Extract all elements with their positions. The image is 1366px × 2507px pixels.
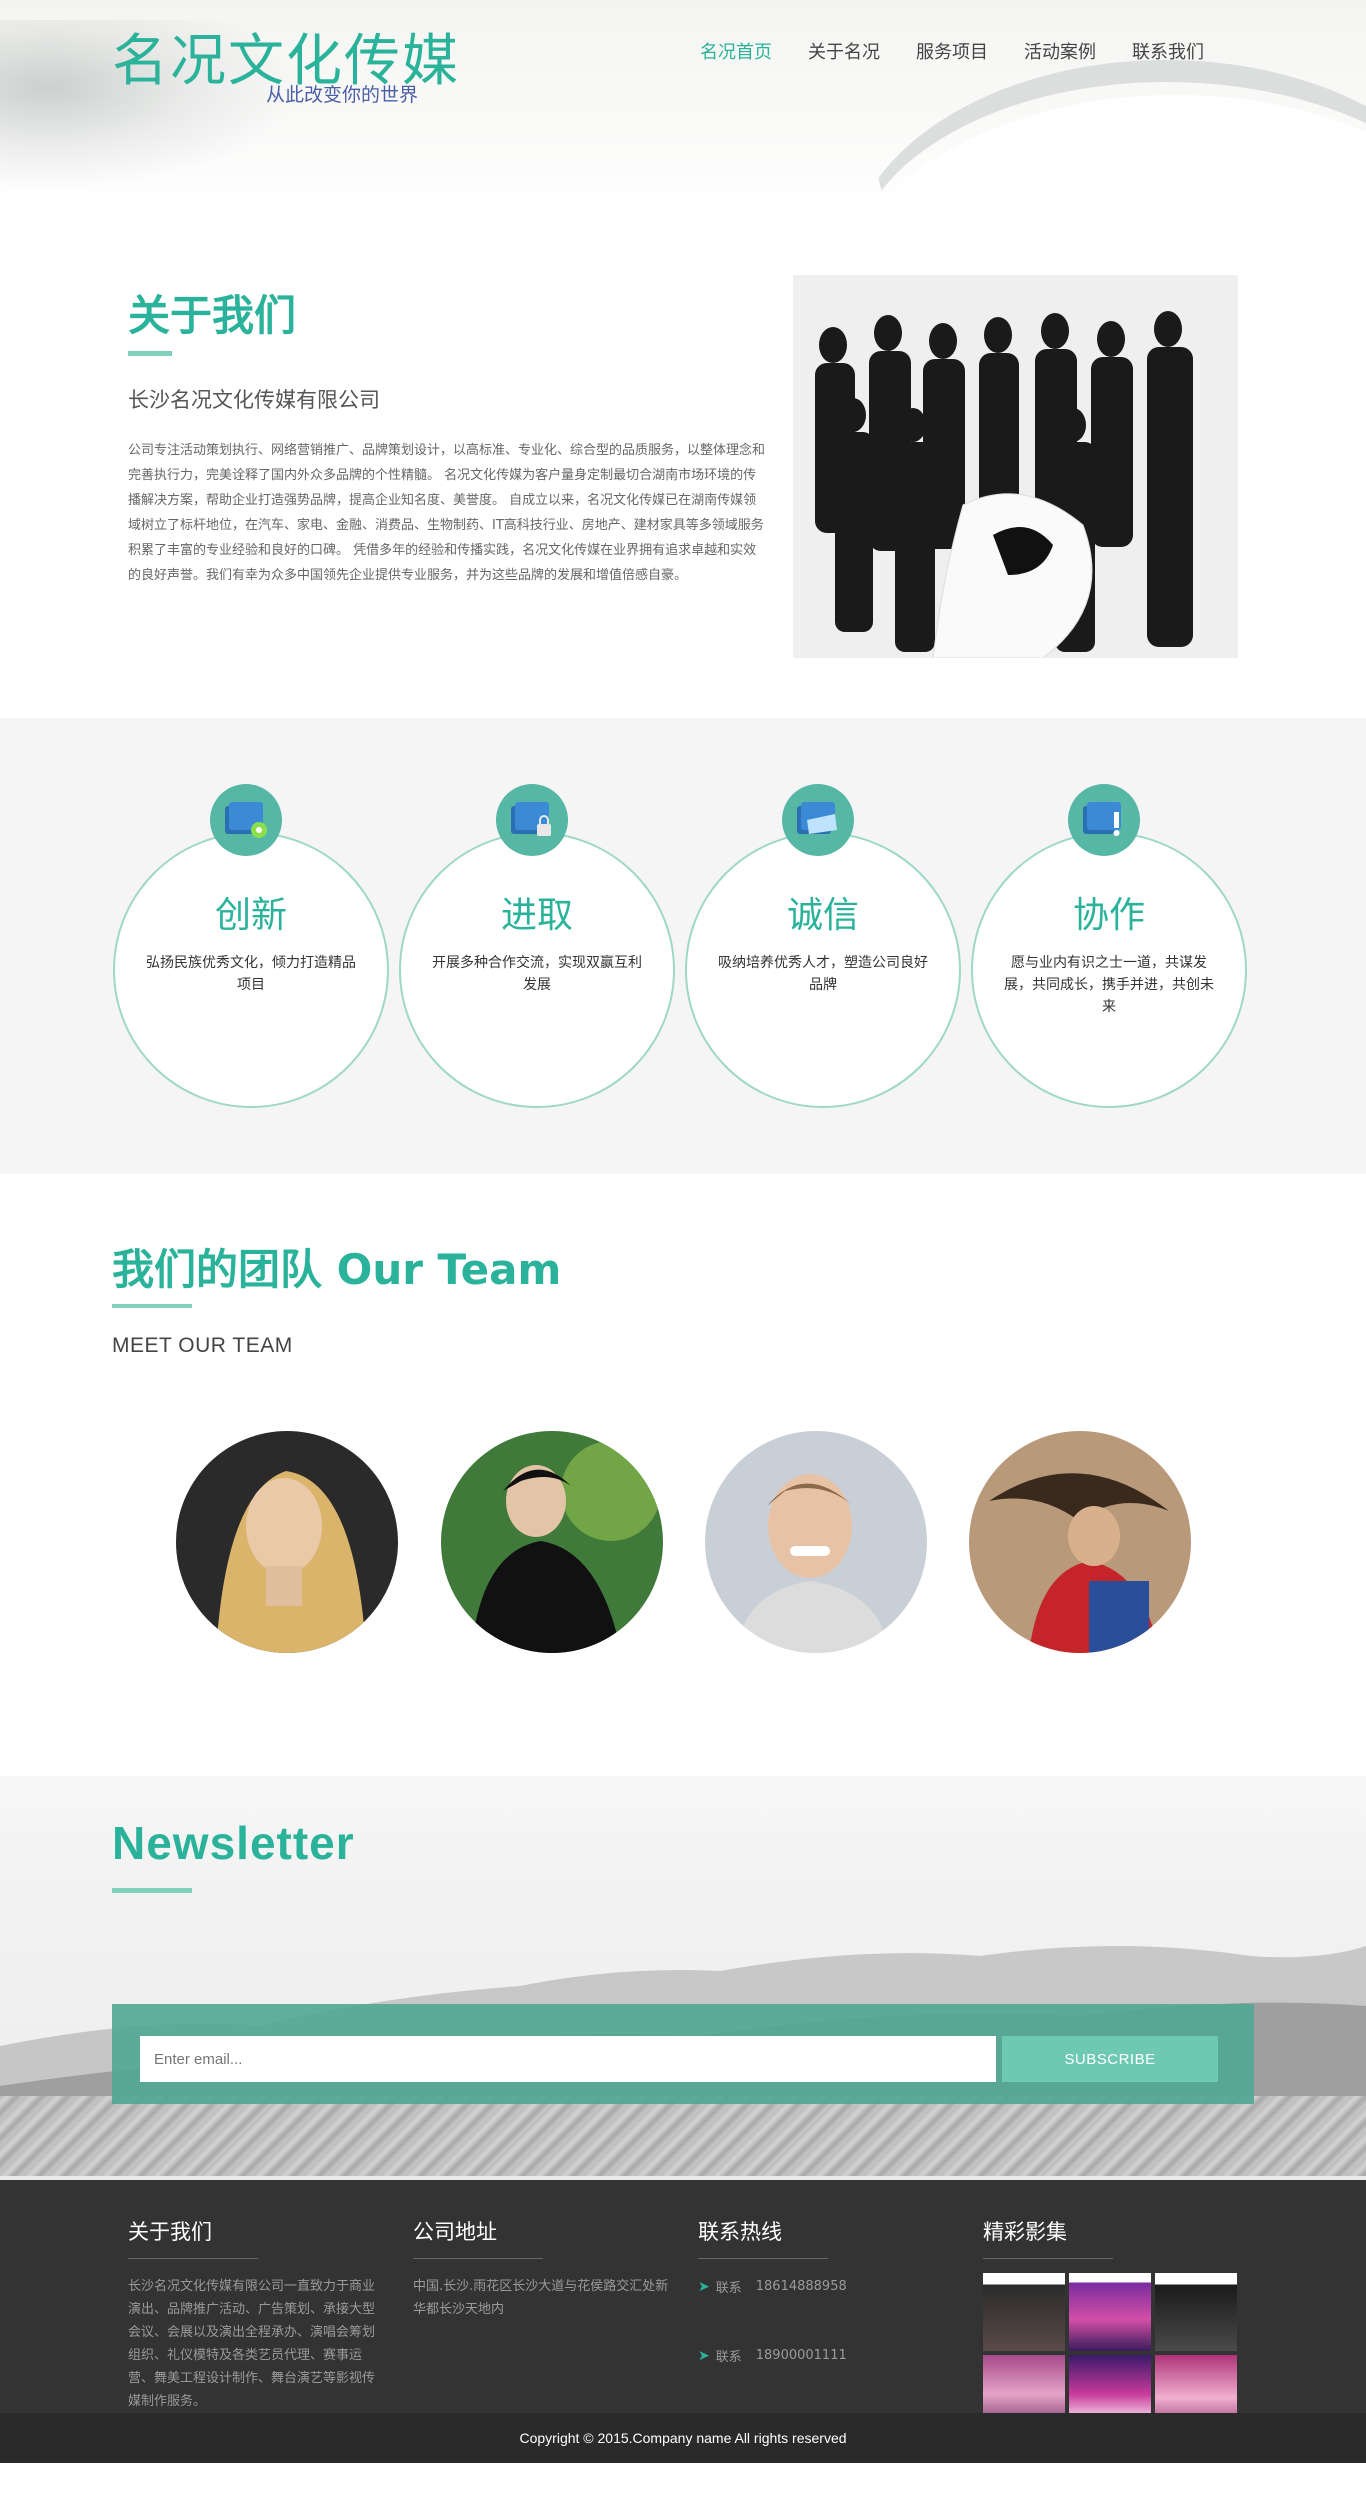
newsletter-title: Newsletter (112, 1817, 355, 1869)
copyright-text: Copyright © 2015.Company name All rights… (0, 2413, 1366, 2463)
nav-item-cases[interactable]: 活动案例 (1024, 38, 1096, 64)
value-title: 创新 (214, 895, 287, 936)
nav-item-home[interactable]: 名况首页 (700, 38, 772, 64)
team-title: 我们的团队 Our Team (112, 1245, 562, 1294)
phone-row: ➤ 联系 18900001111 (698, 2346, 954, 2366)
team-member-photo-1[interactable] (176, 1431, 398, 1653)
about-description: 公司专注活动策划执行、网络营销推广、品牌策划设计，以高标准、专业化、综合型的品质… (128, 443, 766, 583)
value-circle: 诚信 吸纳培养优秀人才，塑造公司良好品牌 (685, 832, 961, 1108)
value-text: 开展多种合作交流，实现双赢互利发展 (432, 955, 642, 993)
footer-gallery-title: 精彩影集 (983, 2220, 1067, 2244)
value-title: 进取 (500, 895, 573, 936)
value-circle: 进取 开展多种合作交流，实现双赢互利发展 (399, 832, 675, 1108)
value-title: 协作 (1072, 895, 1145, 936)
site-footer: 关于我们 长沙名况文化传媒有限公司一直致力于商业演出、品牌推广活动、广告策划、承… (0, 2176, 1366, 2463)
folder-gear-icon (210, 784, 282, 856)
footer-divider (413, 2258, 543, 2259)
about-title: 关于我们 (128, 291, 297, 340)
value-circle: 协作 愿与业内有识之士一道，共谋发展，共同成长，携手并进，共创未来 (971, 832, 1247, 1108)
phone-number[interactable]: 18900001111 (756, 2348, 847, 2363)
team-title-underline (112, 1304, 192, 1308)
about-section: 关于我们 长沙名况文化传媒有限公司 公司专注活动策划执行、网络营销推广、品牌策划… (0, 218, 1366, 718)
nav-item-contact[interactable]: 联系我们 (1132, 38, 1204, 64)
value-text: 弘扬民族优秀文化，倾力打造精品项目 (146, 955, 356, 993)
team-subtitle: MEET OUR TEAM (112, 1334, 293, 1357)
main-nav: 名况首页 关于名况 服务项目 活动案例 联系我们 (700, 38, 1240, 64)
team-section: 我们的团队 Our Team MEET OUR TEAM (0, 1174, 1366, 1776)
folder-lock-icon (496, 784, 568, 856)
footer-address-column: 公司地址 中国.长沙.雨花区长沙大道与花侯路交汇处新华都长沙天地内 (413, 2216, 669, 2321)
newsletter-email-input[interactable] (140, 2036, 996, 2082)
footer-address-text: 中国.长沙.雨花区长沙大道与花侯路交汇处新华都长沙天地内 (413, 2279, 669, 2317)
footer-hotline-column: 联系热线 ➤ 联系 18614888958 ➤ 联系 18900001111 (698, 2216, 954, 2365)
phone-number[interactable]: 18614888958 (756, 2279, 847, 2294)
folder-open-icon (782, 784, 854, 856)
newsletter-section: Newsletter SUBSCRIBE (0, 1776, 1366, 2176)
about-title-underline (128, 351, 172, 356)
phone-row: ➤ 联系 18614888958 (698, 2277, 954, 2297)
nav-item-about[interactable]: 关于名况 (808, 38, 880, 64)
about-company-name: 长沙名况文化传媒有限公司 (128, 388, 380, 412)
footer-about-text: 长沙名况文化传媒有限公司一直致力于商业演出、品牌推广活动、广告策划、承接大型会议… (128, 2279, 376, 2409)
about-group-photo (793, 275, 1238, 658)
site-logo-subtitle: 从此改变你的世界 (266, 85, 419, 106)
gallery-thumb[interactable] (983, 2273, 1065, 2351)
footer-address-title: 公司地址 (413, 2220, 497, 2244)
value-circle: 创新 弘扬民族优秀文化，倾力打造精品项目 (113, 832, 389, 1108)
twitter-bird-icon: ➤ (698, 2347, 710, 2364)
gallery-thumb[interactable] (1069, 2273, 1151, 2351)
subscribe-button[interactable]: SUBSCRIBE (1002, 2036, 1218, 2082)
footer-divider (698, 2258, 828, 2259)
footer-hotline-title: 联系热线 (698, 2220, 782, 2244)
team-member-photo-3[interactable] (705, 1431, 927, 1653)
footer-about-title: 关于我们 (128, 2220, 212, 2244)
footer-about-column: 关于我们 长沙名况文化传媒有限公司一直致力于商业演出、品牌推广活动、广告策划、承… (128, 2216, 384, 2413)
footer-divider (128, 2258, 258, 2259)
phone-label: 联系 (715, 2281, 742, 2296)
stone-wall-decoration (0, 2096, 1366, 2176)
phone-label: 联系 (715, 2350, 742, 2365)
gallery-grid (983, 2273, 1239, 2433)
value-text: 愿与业内有识之士一道，共谋发展，共同成长，携手并进，共创未来 (1004, 955, 1214, 1015)
gallery-thumb[interactable] (1155, 2273, 1237, 2351)
values-section: 创新 弘扬民族优秀文化，倾力打造精品项目 进取 开展多种合作交流，实现双赢互利发… (0, 718, 1366, 1174)
twitter-bird-icon: ➤ (698, 2278, 710, 2295)
footer-divider (983, 2258, 1113, 2259)
team-member-photo-4[interactable] (969, 1431, 1191, 1653)
value-title: 诚信 (786, 895, 859, 936)
value-text: 吸纳培养优秀人才，塑造公司良好品牌 (718, 955, 928, 993)
site-header: 名况文化传媒 从此改变你的世界 名况首页 关于名况 服务项目 活动案例 联系我们 (0, 0, 1366, 218)
team-member-photo-2[interactable] (441, 1431, 663, 1653)
footer-gallery-column: 精彩影集 (983, 2216, 1239, 2433)
nav-item-services[interactable]: 服务项目 (916, 38, 988, 64)
folder-info-icon (1068, 784, 1140, 856)
